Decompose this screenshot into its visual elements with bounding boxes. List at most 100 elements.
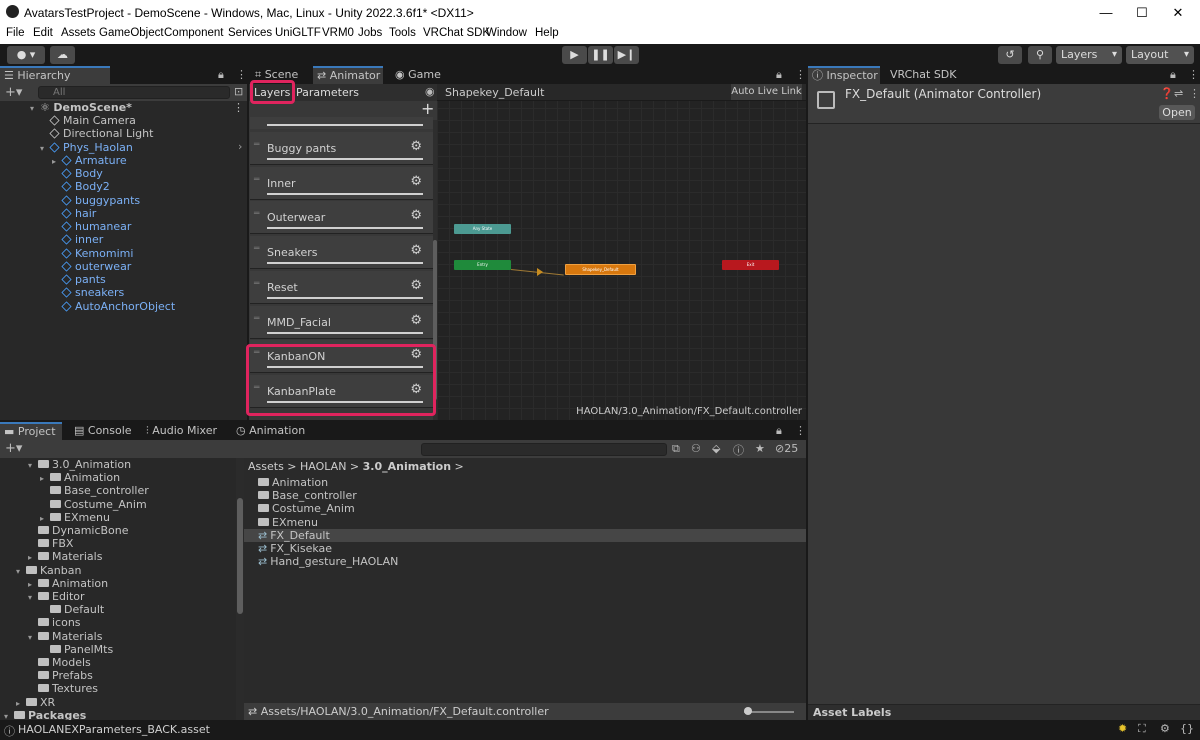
any-state-node[interactable]: Any State <box>454 224 511 234</box>
hierarchy-item[interactable]: Main Camera <box>40 114 136 127</box>
project-folder[interactable]: Costume_Anim <box>40 498 147 511</box>
animator-layer[interactable]: ═ MMD_Facial ⚙ <box>250 305 433 339</box>
more-icon[interactable]: ⋮ <box>1188 68 1199 81</box>
gear-icon[interactable]: ⚙ <box>410 139 422 154</box>
asset-item[interactable]: Animation <box>244 476 806 489</box>
project-folder[interactable]: ▸ EXmenu <box>40 511 110 524</box>
tab-animator[interactable]: ⇄ Animator <box>313 66 383 84</box>
breadcrumb-haolan[interactable]: HAOLAN <box>300 460 346 473</box>
drag-handle-icon[interactable]: ═ <box>254 140 259 150</box>
entry-node[interactable]: Entry <box>454 260 511 270</box>
tab-project[interactable]: ▬ Project <box>0 422 62 440</box>
lock-icon[interactable]: 🔒︎ <box>218 68 224 82</box>
animator-graph[interactable]: Shapekey_Default Auto Live Link Any Stat… <box>437 84 806 420</box>
project-folder[interactable]: ▸ XR <box>16 696 55 709</box>
favorite-icon[interactable]: ★ <box>755 442 765 455</box>
menu-component[interactable]: Component <box>164 27 223 39</box>
lock-icon[interactable]: 🔒︎ <box>1170 68 1176 82</box>
asset-item[interactable]: EXmenu <box>244 516 806 529</box>
project-folder[interactable]: Prefabs <box>28 669 93 682</box>
asset-item[interactable]: ⇄ Hand_gesture_HAOLAN <box>244 555 806 568</box>
project-folder[interactable]: ▾ Materials <box>28 630 102 643</box>
hierarchy-item[interactable]: outerwear <box>52 260 131 273</box>
help-icon[interactable]: ❓ <box>1160 87 1174 100</box>
open-button[interactable]: Open <box>1159 105 1195 120</box>
drag-handle-icon[interactable]: ═ <box>254 244 259 254</box>
hierarchy-search-input[interactable]: All <box>38 86 230 99</box>
project-folder[interactable]: ▾ Kanban <box>16 564 81 577</box>
menu-window[interactable]: Window <box>486 27 527 39</box>
project-folder[interactable]: ▸ Animation <box>28 577 108 590</box>
hierarchy-item[interactable]: Kemomimi <box>52 247 133 260</box>
more-icon[interactable]: ⋮ <box>795 424 806 437</box>
debug-icon[interactable]: ⚙ <box>1160 722 1170 735</box>
chevron-right-icon[interactable]: › <box>238 140 242 153</box>
parameters-tab[interactable]: Parameters <box>296 86 359 99</box>
gear-icon[interactable]: ⚙ <box>410 313 422 328</box>
gear-icon[interactable]: ⚙ <box>410 208 422 223</box>
animator-layer[interactable]: ═ Outerwear ⚙ <box>250 201 433 235</box>
history-icon[interactable]: ↺ <box>998 46 1022 64</box>
filter-icon[interactable]: ⊡ <box>234 85 243 98</box>
more-icon[interactable]: ⋮ <box>1189 87 1200 100</box>
eye-icon[interactable]: ◉ <box>425 85 435 98</box>
project-folder[interactable]: Base_controller <box>40 484 149 497</box>
menu-services[interactable]: Services <box>228 27 272 39</box>
create-icon[interactable]: +▾ <box>5 441 22 456</box>
asset-labels-heading[interactable]: Asset Labels <box>813 706 891 719</box>
add-icon[interactable]: +▾ <box>5 85 22 100</box>
project-folder[interactable]: Textures <box>28 682 98 695</box>
cloud-icon[interactable]: ☁ <box>50 46 75 64</box>
drag-handle-icon[interactable]: ═ <box>254 209 259 219</box>
scene-root[interactable]: ▾ ⚛ DemoScene* ⋮ <box>30 101 247 114</box>
hierarchy-item[interactable]: humanear <box>52 220 131 233</box>
pause-button[interactable]: ❚❚ <box>588 46 613 64</box>
account-button[interactable]: ● ▾ <box>7 46 45 64</box>
project-folder[interactable]: Models <box>28 656 91 669</box>
project-folder[interactable]: PanelMts <box>40 643 113 656</box>
play-button[interactable]: ▶ <box>562 46 587 64</box>
lighting-icon[interactable]: ✹ <box>1118 722 1127 735</box>
project-folder[interactable]: Default <box>40 603 104 616</box>
search-icon[interactable]: ⚲ <box>1028 46 1052 64</box>
menu-vrchat-sdk[interactable]: VRChat SDK <box>423 27 490 39</box>
breadcrumb-animation-folder[interactable]: 3.0_Animation <box>363 460 451 473</box>
hierarchy-item[interactable]: ▾ Phys_Haolan <box>40 141 133 154</box>
tab-animation[interactable]: ◷ Animation <box>232 422 305 440</box>
breadcrumb-assets[interactable]: Assets <box>248 460 284 473</box>
project-folder[interactable]: FBX <box>28 537 73 550</box>
asset-item[interactable]: ⇄ FX_Kisekae <box>244 542 806 555</box>
asset-item[interactable]: ⇄ FX_Default <box>244 528 806 542</box>
cache-server-icon[interactable]: ⛶ <box>1138 722 1146 736</box>
menu-vrm0[interactable]: VRM0 <box>322 27 354 39</box>
hierarchy-item[interactable]: inner <box>52 233 103 246</box>
project-folder[interactable]: ▾ 3.0_Animation <box>28 458 131 471</box>
more-icon[interactable]: ⋮ <box>233 101 244 114</box>
project-folder[interactable]: DynamicBone <box>28 524 129 537</box>
tab-console[interactable]: ▤ Console <box>70 422 134 440</box>
menu-jobs[interactable]: Jobs <box>358 27 382 39</box>
animator-layer[interactable]: ═ Sneakers ⚙ <box>250 236 433 270</box>
project-search-input[interactable] <box>421 443 667 456</box>
close-button[interactable]: ✕ <box>1156 0 1200 26</box>
project-folder[interactable]: ▾ Editor <box>28 590 85 603</box>
info-icon[interactable]: ⓘ <box>733 442 744 458</box>
drag-handle-icon[interactable]: ═ <box>254 279 259 289</box>
hierarchy-item[interactable]: AutoAnchorObject <box>52 300 175 313</box>
menu-gameobject[interactable]: GameObject <box>99 27 164 39</box>
menu-edit[interactable]: Edit <box>33 27 53 39</box>
lock-icon[interactable]: 🔒︎ <box>776 424 782 438</box>
gear-icon[interactable]: ⚙ <box>410 278 422 293</box>
hierarchy-item[interactable]: Directional Light <box>40 127 153 140</box>
animator-layer[interactable]: ═ Inner ⚙ <box>250 166 433 200</box>
project-folder[interactable]: ▾ Packages <box>4 709 86 720</box>
animator-layer[interactable]: ═ Reset ⚙ <box>250 270 433 304</box>
project-folder[interactable]: icons <box>28 616 81 629</box>
menu-file[interactable]: File <box>6 27 25 39</box>
gear-icon[interactable]: ⚙ <box>410 174 422 189</box>
layers-dropdown[interactable]: Layers <box>1056 46 1122 64</box>
hierarchy-item[interactable]: buggypants <box>52 194 140 207</box>
exit-node[interactable]: Exit <box>722 260 779 270</box>
menu-tools[interactable]: Tools <box>389 27 416 39</box>
animator-layer[interactable]: ═ Buggy pants ⚙ <box>250 132 433 165</box>
